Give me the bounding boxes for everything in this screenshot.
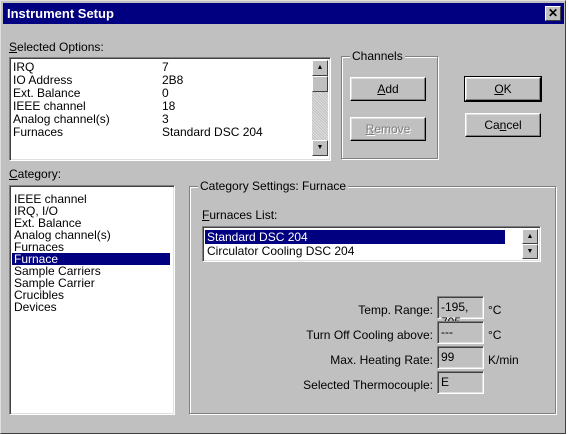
- scroll-down-icon[interactable]: ▼: [522, 244, 538, 259]
- option-row: Furnaces Standard DSC 204: [13, 125, 263, 139]
- heating-rate-label: Max. Heating Rate:: [330, 353, 433, 367]
- selected-options-label: Selected Options:: [9, 40, 104, 54]
- furnace-item-selected[interactable]: Standard DSC 204: [205, 230, 505, 244]
- selected-options-list[interactable]: IRQ 7 IO Address 2B8 Ext. Balance 0 IEEE…: [9, 57, 331, 161]
- temp-range-label: Temp. Range:: [358, 303, 433, 317]
- category-item[interactable]: Devices: [12, 301, 170, 313]
- channels-group: Channels: [341, 49, 438, 159]
- category-list[interactable]: IEEE channel IRQ, I/O Ext. Balance Analo…: [9, 185, 175, 415]
- furnaces-scrollbar[interactable]: ▲ ▼: [522, 229, 538, 259]
- scroll-down-icon[interactable]: ▼: [312, 140, 328, 156]
- remove-button[interactable]: Remove: [350, 117, 426, 141]
- scroll-thumb[interactable]: [312, 76, 328, 92]
- category-settings-title: Category Settings: Furnace: [198, 179, 349, 193]
- scroll-up-icon[interactable]: ▲: [522, 229, 538, 244]
- close-button[interactable]: ✕: [545, 6, 561, 21]
- temp-range-field: -195, 705: [437, 296, 484, 329]
- furnaces-list-label: Furnaces List:: [202, 208, 278, 222]
- thermocouple-label: Selected Thermocouple:: [303, 378, 433, 392]
- category-label: Category:: [9, 167, 62, 181]
- channels-title: Channels: [350, 49, 405, 63]
- title-bar[interactable]: Instrument Setup ✕: [3, 3, 564, 24]
- options-scrollbar[interactable]: ▲ ▼: [312, 60, 328, 156]
- instrument-setup-dialog: Instrument Setup ✕ Selected Options: IRQ…: [0, 0, 566, 434]
- window-title: Instrument Setup: [7, 6, 114, 21]
- furnaces-list[interactable]: Standard DSC 204 Circulator Cooling DSC …: [202, 226, 541, 262]
- ok-button[interactable]: OK: [464, 76, 542, 102]
- thermocouple-field: E: [437, 371, 484, 394]
- cooling-unit: °C: [488, 328, 502, 342]
- add-button[interactable]: Add: [350, 77, 426, 101]
- temp-range-unit: °C: [488, 303, 502, 317]
- cooling-label: Turn Off Cooling above:: [306, 328, 433, 342]
- scroll-up-icon[interactable]: ▲: [312, 60, 328, 76]
- furnace-item[interactable]: Circulator Cooling DSC 204: [205, 244, 505, 258]
- cooling-field: ---: [437, 321, 484, 344]
- heating-rate-unit: K/min: [488, 353, 519, 367]
- heating-rate-field: 99: [437, 346, 484, 369]
- cancel-button[interactable]: Cancel: [465, 113, 541, 137]
